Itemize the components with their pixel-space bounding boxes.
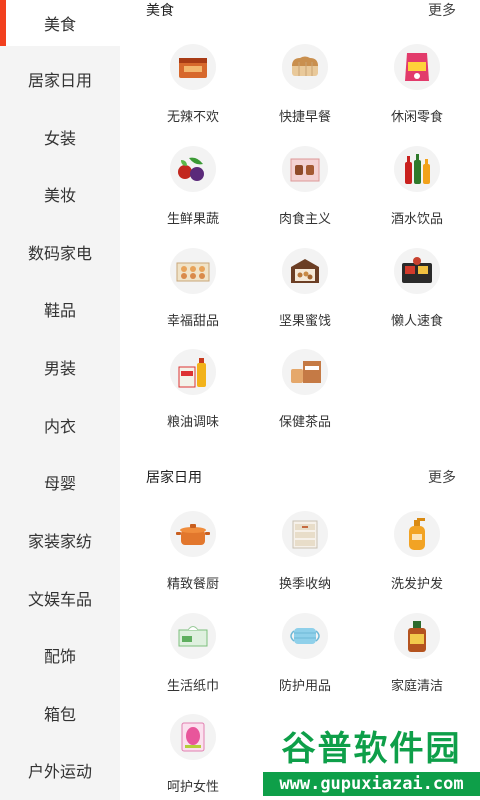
sidebar-item-label: 美妆 [43, 186, 76, 205]
sidebar-item-label: 鞋品 [43, 301, 76, 320]
sidebar-item-accessories[interactable]: 配饰 [0, 626, 120, 684]
fruit-vegetable-icon [170, 146, 216, 192]
section-header-household: 居家日用 更多 [146, 467, 456, 487]
sidebar-item-beauty[interactable]: 美妆 [0, 165, 120, 223]
category-content: 美食 更多 无辣不欢 快捷早餐 休闲零食 生鲜果蔬 肉食主义 酒水饮品 幸福甜品… [120, 0, 480, 800]
category-health-tea[interactable]: 保健茶品 [249, 349, 361, 439]
drink-bottles-icon [394, 146, 440, 192]
nuts-box-icon [282, 248, 328, 294]
watermark-url: www.gupuxiazai.com [263, 772, 480, 796]
category-instant-food[interactable]: 懒人速食 [361, 248, 473, 338]
category-label: 粮油调味 [166, 415, 219, 430]
sidebar-item-label: 户外运动 [27, 762, 92, 781]
pad-pack-icon [170, 714, 216, 760]
sidebar-item-entertainment-auto[interactable]: 文娱车品 [0, 569, 120, 627]
category-storage[interactable]: 换季收纳 [249, 511, 361, 601]
sidebar-item-bags[interactable]: 箱包 [0, 684, 120, 742]
section-header-food: 美食 更多 [146, 0, 456, 20]
category-label: 保健茶品 [278, 415, 331, 430]
tissue-icon [170, 613, 216, 659]
category-label: 快捷早餐 [278, 110, 331, 125]
sidebar-item-shoes[interactable]: 鞋品 [0, 280, 120, 338]
more-link[interactable]: 更多 [428, 467, 456, 487]
category-label: 生活纸巾 [166, 679, 219, 694]
sidebar-item-label: 配饰 [43, 647, 76, 666]
category-label: 生鲜果蔬 [166, 212, 219, 227]
category-hair-care[interactable]: 洗发护发 [361, 511, 473, 601]
sidebar-item-underwear[interactable]: 内衣 [0, 396, 120, 454]
sidebar-item-electronics[interactable]: 数码家电 [0, 223, 120, 281]
sidebar-item-label: 家装家纺 [27, 532, 92, 551]
watermark-logo-text: 谷普软件园 [281, 729, 462, 769]
category-label: 幸福甜品 [166, 314, 219, 329]
sidebar-item-outdoor[interactable]: 户外运动 [0, 741, 120, 799]
sidebar-item-label: 箱包 [43, 705, 76, 724]
category-dessert[interactable]: 幸福甜品 [137, 248, 249, 338]
sidebar-item-mens-wear[interactable]: 男装 [0, 338, 120, 396]
meat-box-icon [282, 146, 328, 192]
watermark: 谷普软件园 www.gupuxiazai.com [263, 724, 480, 800]
shampoo-bottle-icon [394, 511, 440, 557]
category-label: 肉食主义 [278, 212, 331, 227]
active-indicator [0, 0, 6, 46]
sidebar-item-label: 男装 [43, 359, 76, 378]
category-protection[interactable]: 防护用品 [249, 613, 361, 703]
sidebar-item-baby[interactable]: 母婴 [0, 453, 120, 511]
sidebar-item-label: 女装 [43, 129, 76, 148]
category-label: 换季收纳 [278, 577, 331, 592]
category-label: 无辣不欢 [166, 110, 219, 125]
instant-food-icon [394, 248, 440, 294]
category-meat[interactable]: 肉食主义 [249, 146, 361, 236]
section-title: 美食 [146, 3, 174, 19]
category-label: 酒水饮品 [390, 212, 443, 227]
category-feminine-care[interactable]: 呵护女性 [137, 714, 249, 800]
spicy-snack-icon [170, 44, 216, 90]
category-label: 洗发护发 [390, 577, 443, 592]
sidebar-item-food[interactable]: 美食 [0, 0, 120, 46]
category-label: 休闲零食 [390, 110, 443, 125]
sidebar-item-womens-wear[interactable]: 女装 [0, 108, 120, 166]
face-mask-icon [282, 613, 328, 659]
chips-bag-icon [394, 44, 440, 90]
sidebar-item-household[interactable]: 居家日用 [0, 50, 120, 108]
bread-icon [282, 44, 328, 90]
sidebar-item-home-textile[interactable]: 家装家纺 [0, 511, 120, 569]
tea-icon [282, 349, 328, 395]
category-label: 懒人速食 [390, 314, 443, 329]
sidebar-item-label: 文娱车品 [27, 590, 92, 609]
category-label: 坚果蜜饯 [278, 314, 331, 329]
sidebar-item-label: 母婴 [43, 474, 76, 493]
oil-rice-icon [170, 349, 216, 395]
sidebar-item-label: 居家日用 [27, 71, 92, 90]
category-fresh-produce[interactable]: 生鲜果蔬 [137, 146, 249, 236]
cleaner-bottle-icon [394, 613, 440, 659]
category-grain-oil[interactable]: 粮油调味 [137, 349, 249, 439]
storage-drawer-icon [282, 511, 328, 557]
section-title: 居家日用 [146, 470, 202, 486]
category-sidebar: 美食 居家日用 女装 美妆 数码家电 鞋品 男装 内衣 母婴 家装家纺 文娱车品… [0, 0, 120, 800]
sidebar-item-label: 美食 [43, 15, 76, 34]
sidebar-item-label: 内衣 [43, 417, 76, 436]
category-label: 精致餐厨 [166, 577, 219, 592]
category-kitchenware[interactable]: 精致餐厨 [137, 511, 249, 601]
category-label: 防护用品 [278, 679, 331, 694]
category-nuts[interactable]: 坚果蜜饯 [249, 248, 361, 338]
category-tissue[interactable]: 生活纸巾 [137, 613, 249, 703]
category-snacks[interactable]: 休闲零食 [361, 44, 473, 134]
category-spicy[interactable]: 无辣不欢 [137, 44, 249, 134]
category-breakfast[interactable]: 快捷早餐 [249, 44, 361, 134]
category-cleaning[interactable]: 家庭清洁 [361, 613, 473, 703]
category-label: 家庭清洁 [390, 679, 443, 694]
pot-icon [170, 511, 216, 557]
more-link[interactable]: 更多 [428, 0, 456, 20]
category-label: 呵护女性 [166, 780, 219, 795]
category-drinks[interactable]: 酒水饮品 [361, 146, 473, 236]
dessert-box-icon [170, 248, 216, 294]
sidebar-item-label: 数码家电 [27, 244, 92, 263]
